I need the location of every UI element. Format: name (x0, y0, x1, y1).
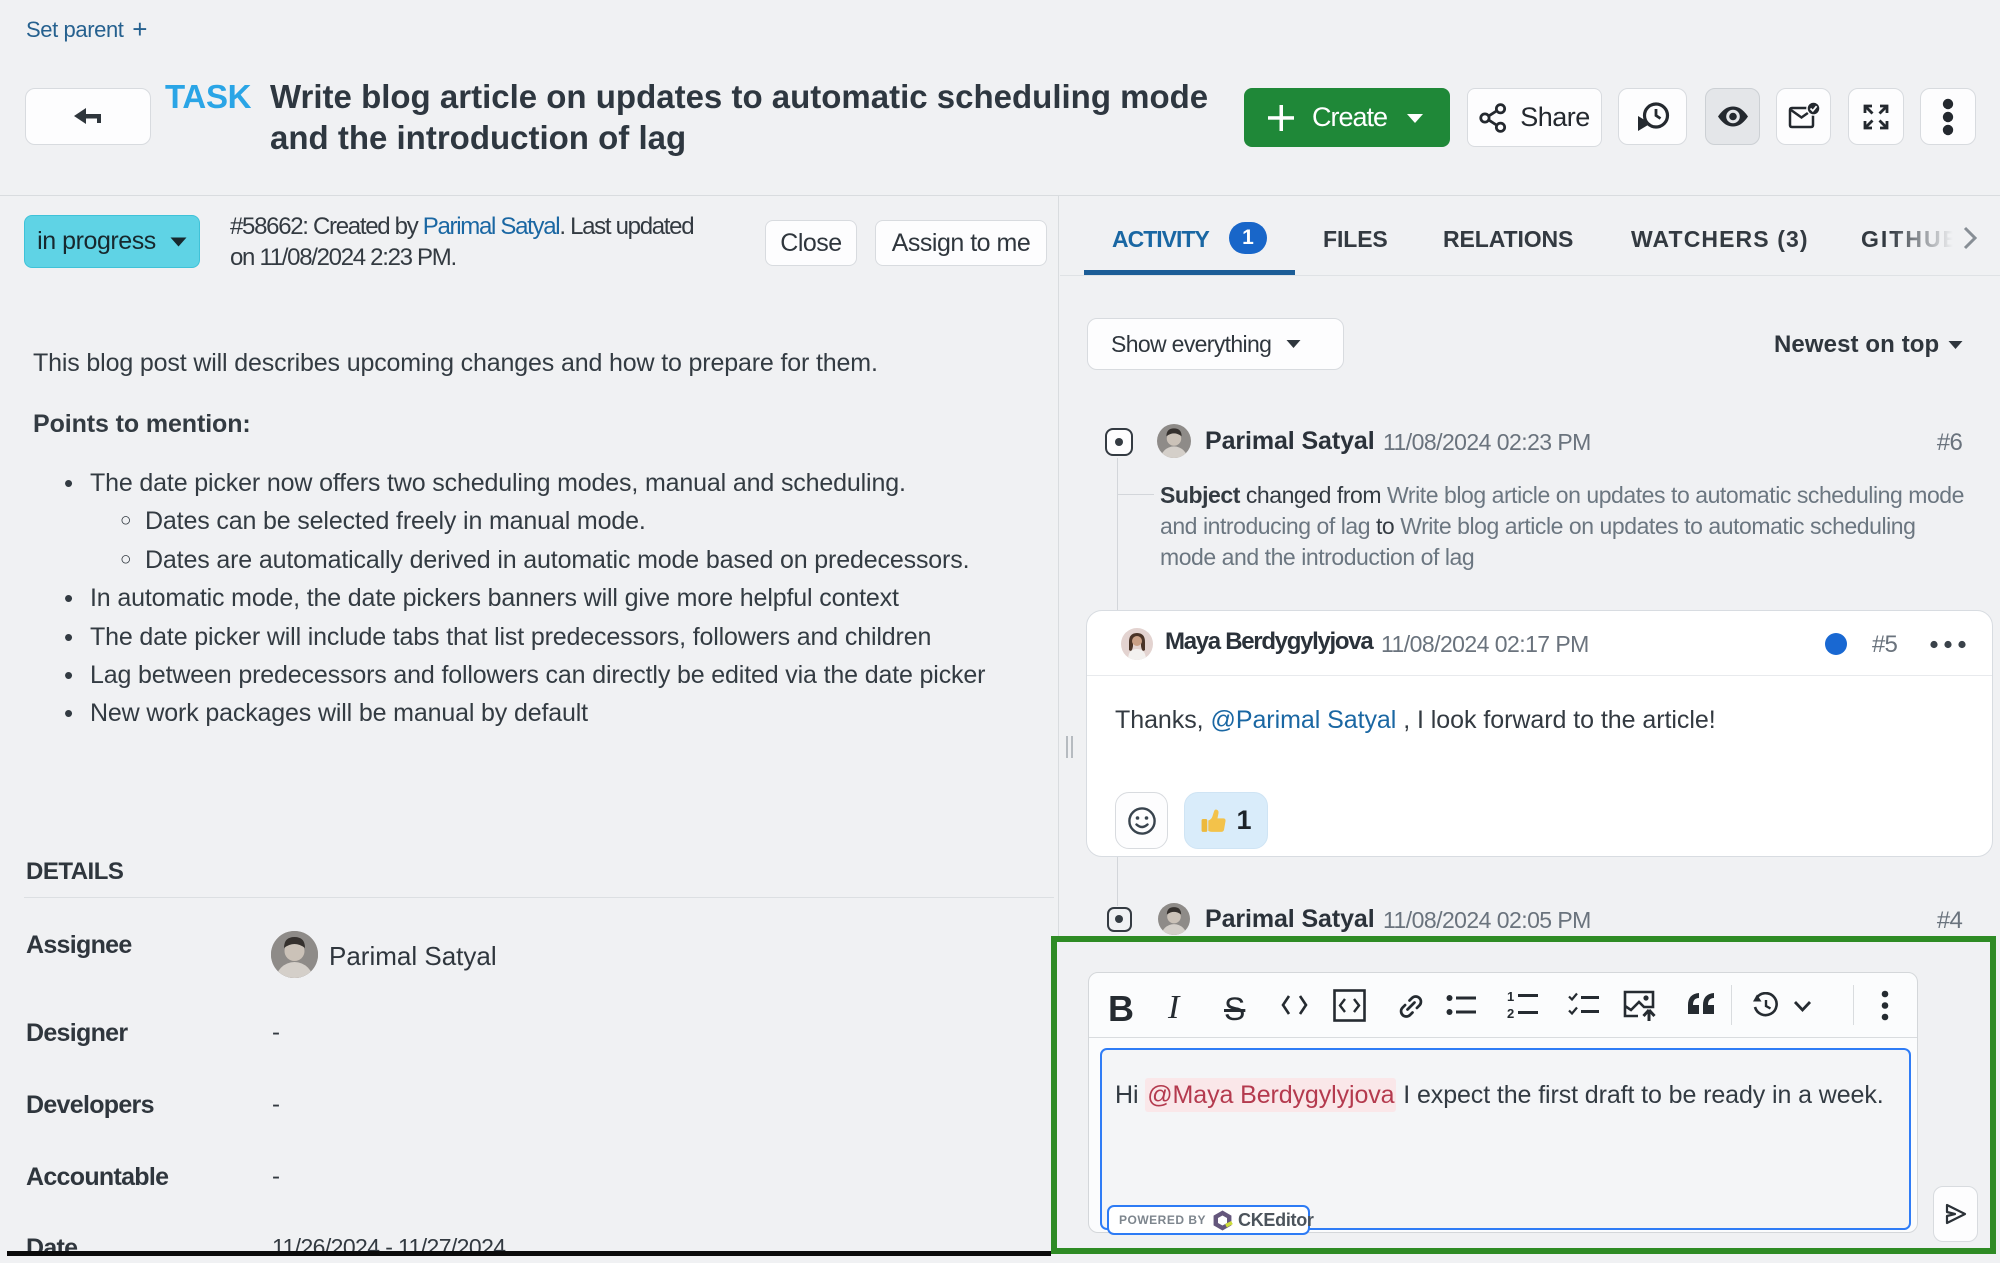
svg-text:2: 2 (1507, 1006, 1514, 1020)
svg-text:1: 1 (1507, 990, 1514, 1004)
